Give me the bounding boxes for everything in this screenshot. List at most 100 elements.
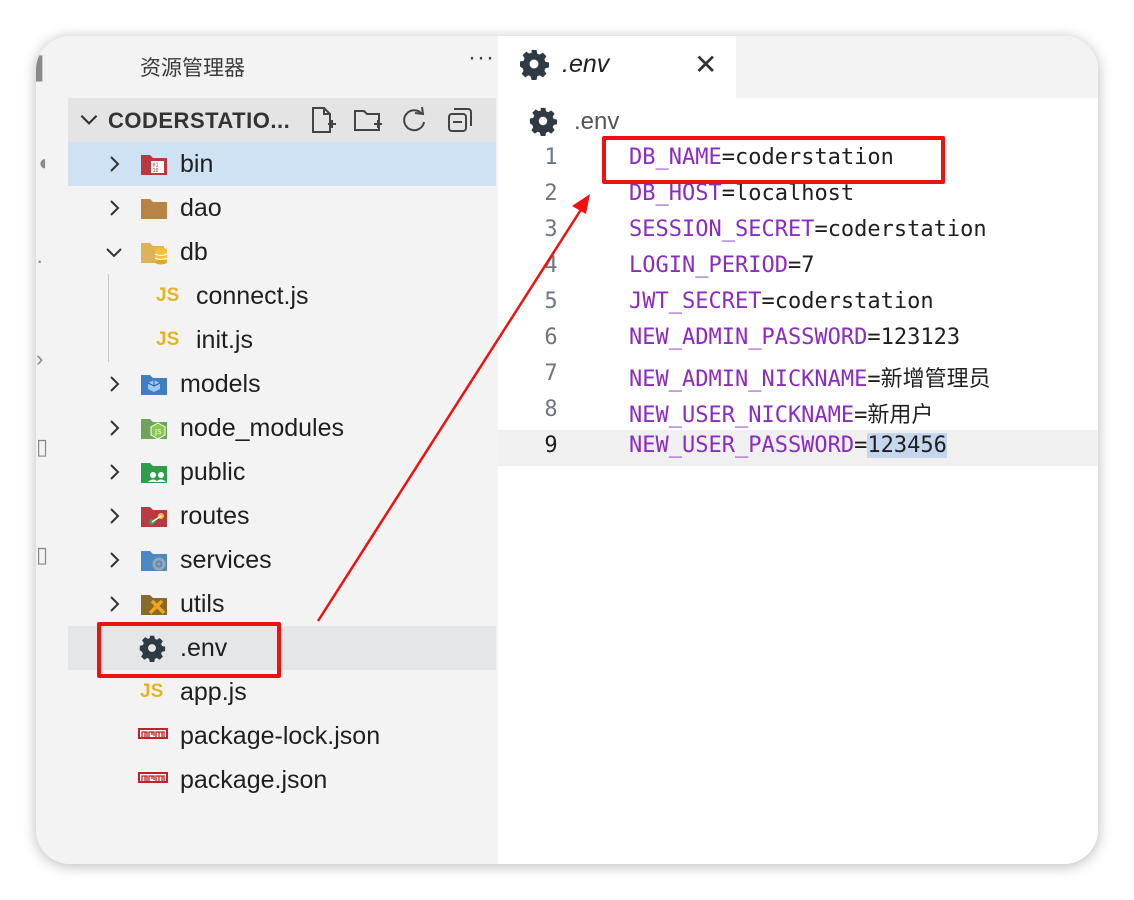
utils-folder-icon — [141, 595, 167, 615]
files-icon[interactable]: ▍ — [36, 58, 53, 80]
env-key: NEW_USER_PASSWORD — [629, 433, 855, 458]
binary-folder-icon: 0110 — [141, 155, 167, 175]
annotation-box-db-name — [602, 136, 945, 184]
env-value: 123123 — [880, 325, 961, 350]
tree-item-package-json[interactable]: package.json — [68, 758, 496, 802]
line-number: 1 — [544, 145, 558, 170]
chevron-right-icon — [110, 156, 120, 172]
settings-gear-icon — [520, 50, 549, 80]
tree-item-routes[interactable]: routes — [68, 494, 496, 538]
collapse-all-icon[interactable] — [444, 104, 476, 136]
tree-item-bin[interactable]: 01 10 bin — [68, 142, 496, 186]
tree-item-label: package-lock.json — [180, 722, 381, 750]
refresh-icon[interactable] — [398, 104, 430, 136]
chevron-right-icon — [110, 508, 120, 524]
tree-item-label: bin — [180, 150, 214, 178]
activity-bar: ▍ ◖ · › ▯ ▯ — [36, 36, 68, 864]
code-line[interactable]: 8 NEW_USER_NICKNAME=新用户 — [498, 394, 1098, 430]
workspace-folder-title: CODERSTATIO... — [108, 108, 291, 133]
env-equals: = — [721, 181, 735, 206]
explorer-title: 资源管理器 — [140, 57, 245, 80]
line-number: 4 — [544, 253, 558, 278]
code-line-current[interactable]: 9 NEW_USER_PASSWORD=123456 — [498, 430, 1098, 466]
tree-item-node-modules[interactable]: JS node_modules — [68, 406, 496, 450]
javascript-file-icon: JS — [156, 285, 180, 306]
new-file-icon[interactable] — [306, 104, 338, 136]
node-folder-icon: JS — [141, 419, 167, 440]
env-equals: = — [761, 289, 775, 314]
explorer-sidebar: 资源管理器 ··· CODERSTATIO... 01 10 bin dao d… — [68, 36, 498, 864]
tree-item-label: node_modules — [180, 414, 345, 442]
chevron-right-icon — [110, 552, 120, 568]
chevron-right-icon — [110, 200, 120, 216]
more-actions-icon[interactable]: ··· — [468, 44, 495, 72]
env-key: SESSION_SECRET — [629, 217, 815, 242]
close-icon[interactable]: ✕ — [694, 48, 717, 81]
svg-text:10: 10 — [153, 168, 159, 174]
tree-item-label: routes — [180, 502, 250, 530]
models-folder-icon — [141, 375, 167, 395]
tree-item-models[interactable]: models — [68, 362, 496, 406]
npm-icon — [138, 772, 168, 783]
tree-item-label: connect.js — [196, 282, 309, 310]
breadcrumb-label: .env — [574, 108, 620, 135]
env-value: 新用户 — [867, 403, 934, 428]
chevron-down-icon — [80, 114, 98, 125]
tree-item-label: dao — [180, 194, 222, 222]
code-line[interactable]: 7 NEW_ADMIN_NICKNAME=新增管理员 — [498, 358, 1098, 394]
env-key: NEW_USER_NICKNAME — [629, 403, 855, 428]
tree-item-label: services — [180, 546, 272, 574]
env-equals: = — [854, 403, 868, 428]
env-equals: = — [867, 367, 881, 392]
tree-item-connect-js[interactable]: JS connect.js — [68, 274, 496, 318]
routes-folder-icon — [141, 507, 167, 527]
code-line[interactable]: 4 LOGIN_PERIOD=7 — [498, 250, 1098, 286]
tree-item-public[interactable]: public — [68, 450, 496, 494]
tree-item-dao[interactable]: dao — [68, 186, 496, 230]
tree-item-label: init.js — [196, 326, 253, 354]
new-folder-icon[interactable] — [352, 104, 384, 136]
env-value: 7 — [801, 253, 815, 278]
env-value: coderstation — [774, 289, 934, 314]
tree-item-label: public — [180, 458, 246, 486]
tab-label: .env — [562, 50, 610, 78]
env-value: 新增管理员 — [880, 367, 991, 392]
chevron-right-icon — [110, 376, 120, 392]
public-folder-icon — [141, 463, 167, 483]
tab-env[interactable]: .env ✕ — [498, 36, 736, 98]
line-number: 6 — [544, 325, 558, 350]
extensions-icon[interactable]: ▯ — [36, 436, 48, 458]
env-key: NEW_ADMIN_NICKNAME — [629, 367, 868, 392]
tree-item-db[interactable]: db — [68, 230, 496, 274]
code-line[interactable]: 5 JWT_SECRET=coderstation — [498, 286, 1098, 322]
run-debug-icon[interactable]: › — [36, 348, 43, 370]
env-key: DB_HOST — [629, 181, 722, 206]
code-line[interactable]: 6 NEW_ADMIN_PASSWORD=123123 — [498, 322, 1098, 358]
tree-item-label: package.json — [180, 766, 328, 794]
tree-item-utils[interactable]: utils — [68, 582, 496, 626]
env-equals: = — [787, 253, 802, 278]
javascript-file-icon: JS — [140, 681, 164, 702]
line-number: 2 — [544, 181, 558, 206]
chevron-right-icon — [110, 464, 120, 480]
line-number: 9 — [544, 433, 558, 458]
tree-item-label: db — [180, 238, 208, 266]
tree-item-services[interactable]: services — [68, 538, 496, 582]
npm-icon — [138, 728, 168, 739]
env-equals: = — [854, 433, 868, 458]
javascript-file-icon: JS — [156, 329, 180, 350]
workspace-folder-header[interactable]: CODERSTATIO... — [68, 98, 496, 142]
source-control-icon[interactable]: · — [36, 250, 43, 272]
env-value: localhost — [734, 181, 855, 206]
annotation-box-env-file — [97, 622, 281, 678]
tab-bar: .env ✕ — [498, 36, 1098, 98]
code-line[interactable]: 3 SESSION_SECRET=coderstation — [498, 214, 1098, 250]
env-equals: = — [814, 217, 828, 242]
folder-actions — [306, 104, 476, 136]
tree-item-init-js[interactable]: JS init.js — [68, 318, 496, 362]
remote-icon[interactable]: ▯ — [36, 544, 48, 566]
tree-item-package-lock-json[interactable]: package-lock.json — [68, 714, 496, 758]
search-icon[interactable]: ◖ — [36, 152, 49, 174]
env-key: LOGIN_PERIOD — [629, 253, 788, 278]
folder-icon — [141, 199, 167, 219]
